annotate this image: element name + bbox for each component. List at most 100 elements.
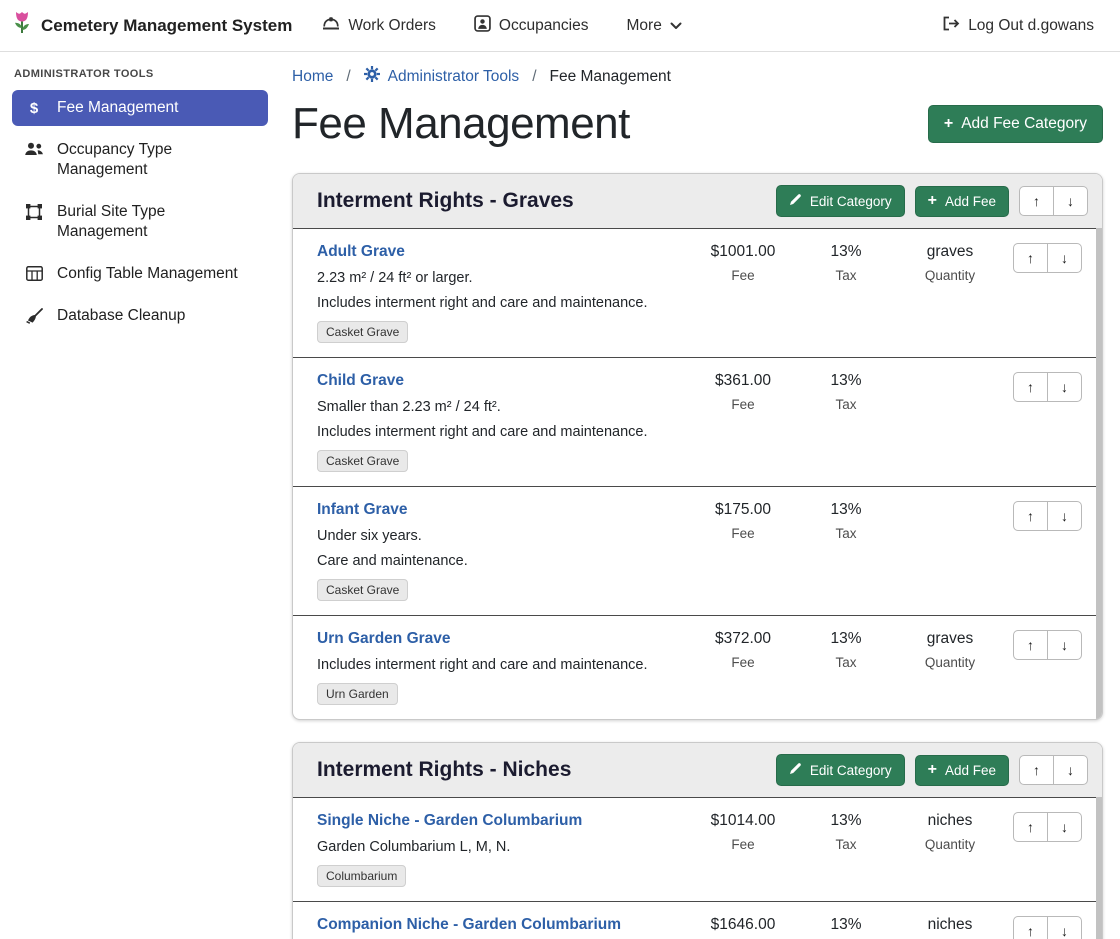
top-navbar: Cemetery Management System Work Orders xyxy=(0,0,1120,52)
move-fee-up-button[interactable]: ↑ xyxy=(1013,916,1048,939)
category-actions: Edit Category + Add Fee ↑ ↓ xyxy=(776,754,1088,786)
sidebar-heading: ADMINISTRATOR TOOLS xyxy=(14,68,266,80)
fee-category-body: Adult Grave 2.23 m² / 24 ft² or larger.I… xyxy=(293,228,1102,719)
fee-row: Single Niche - Garden Columbarium Garden… xyxy=(293,797,1102,901)
nav-occupancies-label: Occupancies xyxy=(499,17,589,35)
breadcrumb-admin-tools-link[interactable]: Administrator Tools xyxy=(364,66,520,87)
add-fee-category-button[interactable]: + Add Fee Category xyxy=(928,105,1103,143)
logout-link[interactable]: Log Out d.gowans xyxy=(942,16,1094,36)
sidebar-item-burial-site-type[interactable]: Burial Site Type Management xyxy=(12,194,268,250)
arrow-up-icon: ↑ xyxy=(1027,819,1034,835)
quantity-label: Quantity xyxy=(896,655,1004,670)
fee-reorder-actions: ↑ ↓ xyxy=(1004,630,1088,660)
nav-work-orders[interactable]: Work Orders xyxy=(322,16,436,36)
fee-info: Infant Grave Under six years.Care and ma… xyxy=(317,501,690,601)
scrollbar[interactable] xyxy=(1096,228,1102,719)
tax-column: 13% Tax xyxy=(796,243,896,283)
fee-amount-value: $1001.00 xyxy=(690,243,796,261)
edit-category-button[interactable]: Edit Category xyxy=(776,185,905,217)
move-fee-down-button[interactable]: ↓ xyxy=(1047,372,1082,402)
fee-description: Care and maintenance. xyxy=(317,553,690,569)
tax-label: Tax xyxy=(796,837,896,852)
move-fee-down-button[interactable]: ↓ xyxy=(1047,630,1082,660)
tax-column: 13% Tax xyxy=(796,372,896,412)
move-fee-up-button[interactable]: ↑ xyxy=(1013,372,1048,402)
move-category-down-button[interactable]: ↓ xyxy=(1053,186,1088,216)
quantity-column: niches Quantity xyxy=(896,916,1004,939)
fee-reorder-group: ↑ ↓ xyxy=(1013,243,1082,273)
nav-occupancies[interactable]: Occupancies xyxy=(474,15,589,37)
quantity-value: graves xyxy=(896,630,1004,648)
nav-more[interactable]: More xyxy=(627,17,682,35)
breadcrumb-home-link[interactable]: Home xyxy=(292,68,333,86)
quantity-column xyxy=(896,372,1004,379)
arrow-down-icon: ↓ xyxy=(1061,379,1068,395)
move-category-down-button[interactable]: ↓ xyxy=(1053,755,1088,785)
arrow-up-icon: ↑ xyxy=(1027,379,1034,395)
sidebar-item-fee-management[interactable]: $ Fee Management xyxy=(12,90,268,126)
tax-column: 13% Tax xyxy=(796,916,896,939)
fee-description: Includes interment right and care and ma… xyxy=(317,424,690,440)
tax-value: 13% xyxy=(796,372,896,390)
fee-name-link[interactable]: Companion Niche - Garden Columbarium xyxy=(317,916,621,934)
sidebar-item-occupancy-type[interactable]: Occupancy Type Management xyxy=(12,132,268,188)
fee-name-link[interactable]: Single Niche - Garden Columbarium xyxy=(317,812,582,830)
sidebar-item-label: Config Table Management xyxy=(57,264,238,284)
add-fee-button[interactable]: + Add Fee xyxy=(915,755,1009,786)
fee-name-link[interactable]: Infant Grave xyxy=(317,501,407,519)
fee-info: Child Grave Smaller than 2.23 m² / 24 ft… xyxy=(317,372,690,472)
category-actions: Edit Category + Add Fee ↑ ↓ xyxy=(776,185,1088,217)
move-fee-down-button[interactable]: ↓ xyxy=(1047,916,1082,939)
pencil-icon xyxy=(789,193,802,209)
fee-name-link[interactable]: Urn Garden Grave xyxy=(317,630,451,648)
edit-category-button[interactable]: Edit Category xyxy=(776,754,905,786)
fee-description: Includes interment right and care and ma… xyxy=(317,657,690,673)
fee-category-title: Interment Rights - Niches xyxy=(317,758,571,782)
fee-category-header: Interment Rights - Graves Edit Category … xyxy=(293,174,1102,228)
tax-label: Tax xyxy=(796,526,896,541)
fee-reorder-group: ↑ ↓ xyxy=(1013,372,1082,402)
category-reorder-group: ↑ ↓ xyxy=(1019,755,1088,785)
fee-name-link[interactable]: Adult Grave xyxy=(317,243,405,261)
add-fee-button[interactable]: + Add Fee xyxy=(915,186,1009,217)
move-fee-down-button[interactable]: ↓ xyxy=(1047,501,1082,531)
app-brand[interactable]: Cemetery Management System xyxy=(12,10,292,42)
fee-category-body: Single Niche - Garden Columbarium Garden… xyxy=(293,797,1102,939)
breadcrumb-current: Fee Management xyxy=(550,68,672,86)
logout-icon xyxy=(942,16,960,36)
fee-name-link[interactable]: Child Grave xyxy=(317,372,404,390)
sidebar-item-database-cleanup[interactable]: Database Cleanup xyxy=(12,298,268,334)
move-fee-up-button[interactable]: ↑ xyxy=(1013,243,1048,273)
quantity-column: graves Quantity xyxy=(896,630,1004,670)
fee-descriptions: 2.23 m² / 24 ft² or larger.Includes inte… xyxy=(317,270,690,311)
arrow-up-icon: ↑ xyxy=(1027,923,1034,939)
scrollbar[interactable] xyxy=(1096,797,1102,939)
fee-info: Adult Grave 2.23 m² / 24 ft² or larger.I… xyxy=(317,243,690,343)
hard-hat-icon xyxy=(322,16,340,36)
move-category-up-button[interactable]: ↑ xyxy=(1019,755,1054,785)
quantity-value: niches xyxy=(896,916,1004,934)
tax-label: Tax xyxy=(796,397,896,412)
breadcrumb-separator: / xyxy=(346,68,350,86)
fee-description: 2.23 m² / 24 ft² or larger. xyxy=(317,270,690,286)
arrow-down-icon: ↓ xyxy=(1061,250,1068,266)
sidebar-item-config-table[interactable]: Config Table Management xyxy=(12,256,268,292)
plus-icon: + xyxy=(928,764,937,776)
move-fee-down-button[interactable]: ↓ xyxy=(1047,812,1082,842)
breadcrumb-separator: / xyxy=(532,68,536,86)
fee-rows: Single Niche - Garden Columbarium Garden… xyxy=(293,797,1102,939)
nav-more-label: More xyxy=(627,17,662,35)
move-fee-up-button[interactable]: ↑ xyxy=(1013,812,1048,842)
fee-amount-column: $361.00 Fee xyxy=(690,372,796,412)
tax-value: 13% xyxy=(796,630,896,648)
arrow-up-icon: ↑ xyxy=(1033,193,1040,209)
fee-amount-value: $372.00 xyxy=(690,630,796,648)
page-title: Fee Management xyxy=(292,99,630,149)
quantity-value: niches xyxy=(896,812,1004,830)
fee-descriptions: Under six years.Care and maintenance. xyxy=(317,528,690,569)
move-fee-up-button[interactable]: ↑ xyxy=(1013,501,1048,531)
fee-type-badge: Casket Grave xyxy=(317,450,408,472)
move-fee-down-button[interactable]: ↓ xyxy=(1047,243,1082,273)
move-category-up-button[interactable]: ↑ xyxy=(1019,186,1054,216)
move-fee-up-button[interactable]: ↑ xyxy=(1013,630,1048,660)
